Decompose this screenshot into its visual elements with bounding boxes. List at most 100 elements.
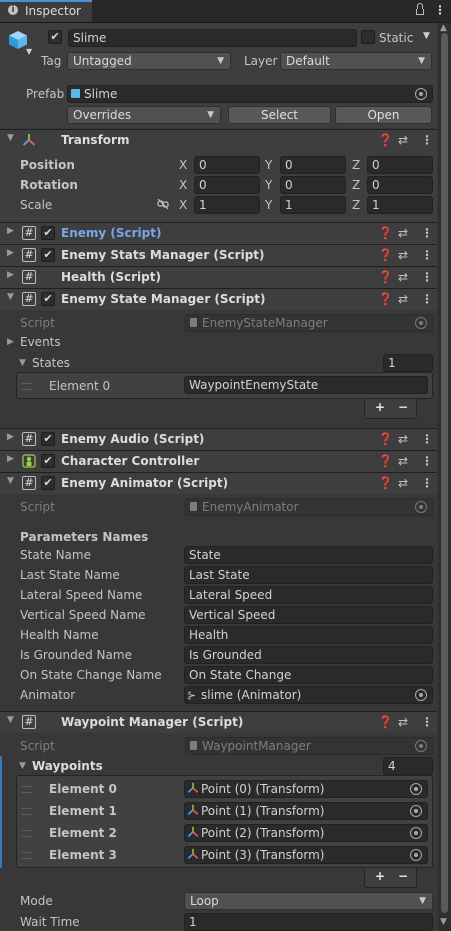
link-icon[interactable] bbox=[157, 198, 169, 210]
add-element-button[interactable]: + bbox=[375, 869, 385, 883]
drag-handle-icon[interactable] bbox=[22, 383, 32, 390]
fold-closed-icon[interactable]: ▶ bbox=[7, 248, 14, 258]
scale-x-field[interactable]: 1 bbox=[194, 196, 260, 214]
help-icon[interactable]: ❓ bbox=[378, 714, 393, 730]
waypoints-count-field[interactable]: 4 bbox=[383, 757, 433, 775]
animator-field[interactable]: ⊱ slime (Animator) bbox=[184, 686, 433, 704]
fold-closed-icon[interactable]: ▶ bbox=[7, 226, 14, 236]
component-enabled-checkbox[interactable]: ✔ bbox=[41, 292, 55, 306]
static-checkbox[interactable] bbox=[361, 30, 375, 44]
fold-closed-icon[interactable]: ▶ bbox=[7, 270, 14, 280]
fold-closed-icon[interactable]: ▶ bbox=[7, 454, 14, 464]
parameter-field[interactable]: Is Grounded bbox=[184, 646, 433, 664]
help-icon[interactable]: ❓ bbox=[378, 247, 393, 263]
component-enabled-checkbox[interactable]: ✔ bbox=[41, 454, 55, 468]
fold-open-icon[interactable]: ▼ bbox=[7, 715, 14, 725]
character-controller-header[interactable]: ▶ ✔ Character Controller ❓ ⇄ ⋮ bbox=[0, 450, 437, 472]
name-field[interactable]: Slime bbox=[68, 29, 357, 47]
parameter-field[interactable]: State bbox=[184, 546, 433, 564]
help-icon[interactable]: ❓ bbox=[378, 291, 393, 307]
component-enabled-checkbox[interactable]: ✔ bbox=[41, 476, 55, 490]
parameter-field[interactable]: Vertical Speed bbox=[184, 606, 433, 624]
lock-icon[interactable] bbox=[416, 9, 424, 15]
object-picker-icon[interactable] bbox=[410, 849, 422, 861]
preset-icon[interactable]: ⇄ bbox=[398, 269, 408, 285]
object-picker-icon[interactable] bbox=[410, 827, 422, 839]
drag-handle-icon[interactable] bbox=[22, 830, 32, 837]
preset-icon[interactable]: ⇄ bbox=[398, 714, 408, 730]
help-icon[interactable]: ❓ bbox=[378, 132, 393, 148]
object-picker-icon[interactable] bbox=[410, 805, 422, 817]
transform-header[interactable]: ▼ Transform ❓ ⇄ ⋮ bbox=[0, 129, 437, 151]
enemy-stats-header[interactable]: ▶ # ✔ Enemy Stats Manager (Script) ❓ ⇄ ⋮ bbox=[0, 244, 437, 266]
select-button[interactable]: Select bbox=[228, 106, 331, 124]
drag-handle-icon[interactable] bbox=[22, 808, 32, 815]
position-z-field[interactable]: 0 bbox=[367, 156, 433, 174]
add-element-button[interactable]: + bbox=[375, 400, 385, 414]
scrollbar-track[interactable]: ▲ ▼ bbox=[438, 23, 451, 931]
fold-closed-icon[interactable]: ▶ bbox=[7, 337, 14, 347]
active-checkbox[interactable]: ✔ bbox=[48, 30, 62, 44]
mode-dropdown[interactable]: Loop ▼ bbox=[184, 892, 433, 910]
events-label[interactable]: Events bbox=[20, 334, 61, 350]
waypoints-label[interactable]: Waypoints bbox=[32, 758, 103, 774]
parameter-field[interactable]: Last State bbox=[184, 566, 433, 584]
drag-handle-icon[interactable] bbox=[22, 852, 32, 859]
help-icon[interactable]: ❓ bbox=[378, 475, 393, 491]
scale-y-field[interactable]: 1 bbox=[280, 196, 346, 214]
preset-icon[interactable]: ⇄ bbox=[398, 431, 408, 447]
wait-time-field[interactable]: 1 bbox=[184, 913, 433, 931]
states-count-field[interactable]: 1 bbox=[383, 354, 433, 372]
states-label[interactable]: States bbox=[32, 355, 70, 371]
kebab-icon[interactable]: ⋮ bbox=[421, 247, 433, 263]
kebab-icon[interactable]: ⋮ bbox=[421, 714, 433, 730]
overrides-dropdown[interactable]: Overrides ▼ bbox=[67, 106, 221, 124]
parameter-field[interactable]: On State Change bbox=[184, 666, 433, 684]
object-picker-icon[interactable] bbox=[415, 88, 427, 100]
open-button[interactable]: Open bbox=[335, 106, 432, 124]
component-enabled-checkbox[interactable]: ✔ bbox=[41, 248, 55, 262]
preset-icon[interactable]: ⇄ bbox=[398, 225, 408, 241]
scrollbar-thumb[interactable] bbox=[441, 33, 448, 913]
scroll-down-icon[interactable]: ▼ bbox=[440, 917, 447, 927]
element-field[interactable]: Point (0) (Transform) bbox=[184, 780, 428, 798]
enemy-header[interactable]: ▶ # ✔ Enemy (Script) ❓ ⇄ ⋮ bbox=[0, 222, 437, 244]
rotation-z-field[interactable]: 0 bbox=[367, 176, 433, 194]
parameter-field[interactable]: Health bbox=[184, 626, 433, 644]
kebab-icon[interactable]: ⋮ bbox=[421, 431, 433, 447]
object-picker-icon[interactable] bbox=[410, 783, 422, 795]
preset-icon[interactable]: ⇄ bbox=[398, 475, 408, 491]
object-picker-icon[interactable] bbox=[415, 689, 427, 701]
remove-element-button[interactable]: − bbox=[398, 869, 408, 883]
kebab-icon[interactable]: ⋮ bbox=[421, 291, 433, 307]
element-field[interactable]: Point (1) (Transform) bbox=[184, 802, 428, 820]
tag-dropdown[interactable]: Untagged ▼ bbox=[67, 52, 231, 70]
preset-icon[interactable]: ⇄ bbox=[398, 247, 408, 263]
kebab-icon[interactable]: ⋮ bbox=[421, 132, 433, 148]
fold-open-icon[interactable]: ▼ bbox=[7, 476, 14, 486]
remove-element-button[interactable]: − bbox=[398, 400, 408, 414]
fold-open-icon[interactable]: ▼ bbox=[7, 133, 14, 143]
enemy-state-header[interactable]: ▼ # ✔ Enemy State Manager (Script) ❓ ⇄ ⋮ bbox=[0, 288, 437, 310]
fold-closed-icon[interactable]: ▶ bbox=[7, 432, 14, 442]
enemy-audio-header[interactable]: ▶ # ✔ Enemy Audio (Script) ❓ ⇄ ⋮ bbox=[0, 428, 437, 450]
element-field[interactable]: Point (2) (Transform) bbox=[184, 824, 428, 842]
fold-open-icon[interactable]: ▼ bbox=[19, 358, 26, 368]
position-y-field[interactable]: 0 bbox=[280, 156, 346, 174]
help-icon[interactable]: ❓ bbox=[378, 225, 393, 241]
layer-dropdown[interactable]: Default ▼ bbox=[280, 52, 432, 70]
help-icon[interactable]: ❓ bbox=[378, 269, 393, 285]
element-field[interactable]: WaypointEnemyState bbox=[184, 376, 428, 394]
component-enabled-checkbox[interactable]: ✔ bbox=[41, 226, 55, 240]
kebab-icon[interactable]: ⋮ bbox=[421, 269, 433, 285]
fold-open-icon[interactable]: ▼ bbox=[7, 292, 14, 302]
component-enabled-checkbox[interactable]: ✔ bbox=[41, 432, 55, 446]
parameter-field[interactable]: Lateral Speed bbox=[184, 586, 433, 604]
fold-open-icon[interactable]: ▼ bbox=[19, 761, 26, 771]
help-icon[interactable]: ❓ bbox=[378, 453, 393, 469]
prefab-field[interactable]: Slime bbox=[67, 85, 433, 103]
waypoint-manager-header[interactable]: ▼ # Waypoint Manager (Script) ❓ ⇄ ⋮ bbox=[0, 711, 437, 733]
kebab-icon[interactable]: ⋮ bbox=[434, 2, 446, 18]
kebab-icon[interactable]: ⋮ bbox=[421, 475, 433, 491]
preset-icon[interactable]: ⇄ bbox=[398, 291, 408, 307]
